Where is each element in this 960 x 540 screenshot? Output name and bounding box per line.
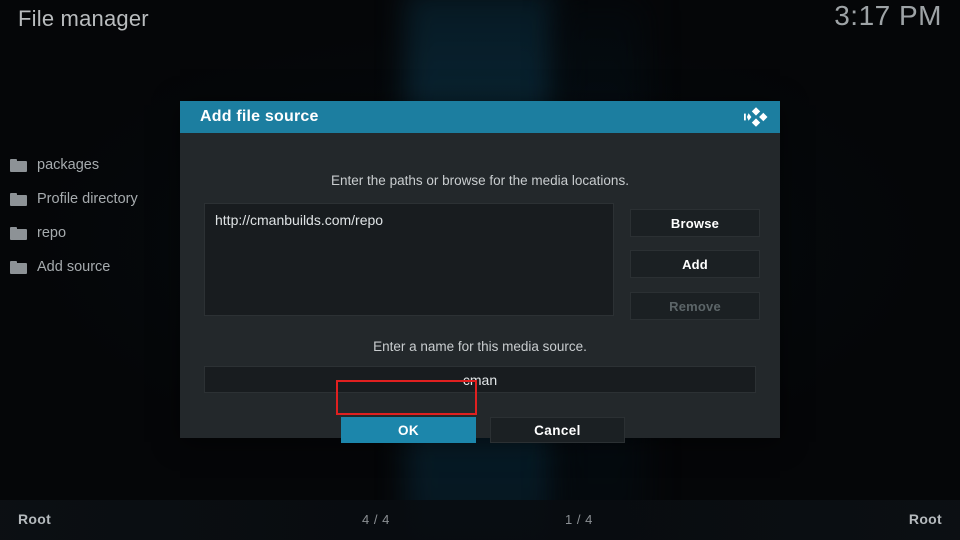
top-bar: File manager 3:17 PM: [0, 0, 960, 44]
cancel-button[interactable]: Cancel: [490, 417, 625, 443]
ok-button[interactable]: OK: [341, 417, 476, 443]
add-file-source-dialog: Add file source Enter the paths or brows…: [180, 101, 780, 443]
list-item[interactable]: packages: [0, 148, 180, 182]
kodi-screen: File manager 3:17 PM packages Profile di…: [0, 0, 960, 540]
list-item-label: packages: [37, 157, 100, 173]
page-title: File manager: [18, 6, 149, 31]
status-left-count: 4 / 4: [362, 512, 390, 527]
file-list[interactable]: packages Profile directory repo Add sour…: [0, 148, 180, 284]
folder-icon: [10, 158, 27, 172]
remove-button: Remove: [630, 292, 760, 320]
source-name-value: cman: [462, 371, 498, 388]
dialog-title: Add file source: [200, 108, 319, 125]
status-right-count: 1 / 4: [565, 512, 593, 527]
list-item-label: Add source: [37, 259, 111, 275]
status-left-path: Root: [18, 511, 52, 527]
dialog-header: Add file source: [180, 101, 780, 133]
list-item[interactable]: repo: [0, 216, 180, 250]
status-bar: Root 4 / 4 1 / 4 Root: [0, 500, 960, 540]
list-item[interactable]: Profile directory: [0, 182, 180, 216]
clock-label: 3:17 PM: [834, 0, 942, 31]
browse-button[interactable]: Browse: [630, 209, 760, 237]
folder-icon: [10, 260, 27, 274]
status-right-path: Root: [908, 511, 942, 527]
path-list-box[interactable]: http://cmanbuilds.com/repo: [204, 203, 614, 316]
folder-icon: [10, 226, 27, 240]
list-item-label: repo: [37, 225, 67, 241]
add-button[interactable]: Add: [630, 250, 760, 278]
list-item[interactable]: Add source: [0, 250, 180, 284]
source-name-input[interactable]: cman: [204, 366, 756, 393]
list-item-label: Profile directory: [37, 191, 138, 207]
path-list-item[interactable]: http://cmanbuilds.com/repo: [215, 212, 603, 228]
dialog-body: Enter the paths or browse for the media …: [180, 133, 780, 443]
folder-icon: [10, 192, 27, 206]
name-hint-label: Enter a name for this media source.: [373, 339, 587, 354]
kodi-logo-icon: [743, 105, 769, 129]
paths-hint-label: Enter the paths or browse for the media …: [331, 173, 629, 188]
